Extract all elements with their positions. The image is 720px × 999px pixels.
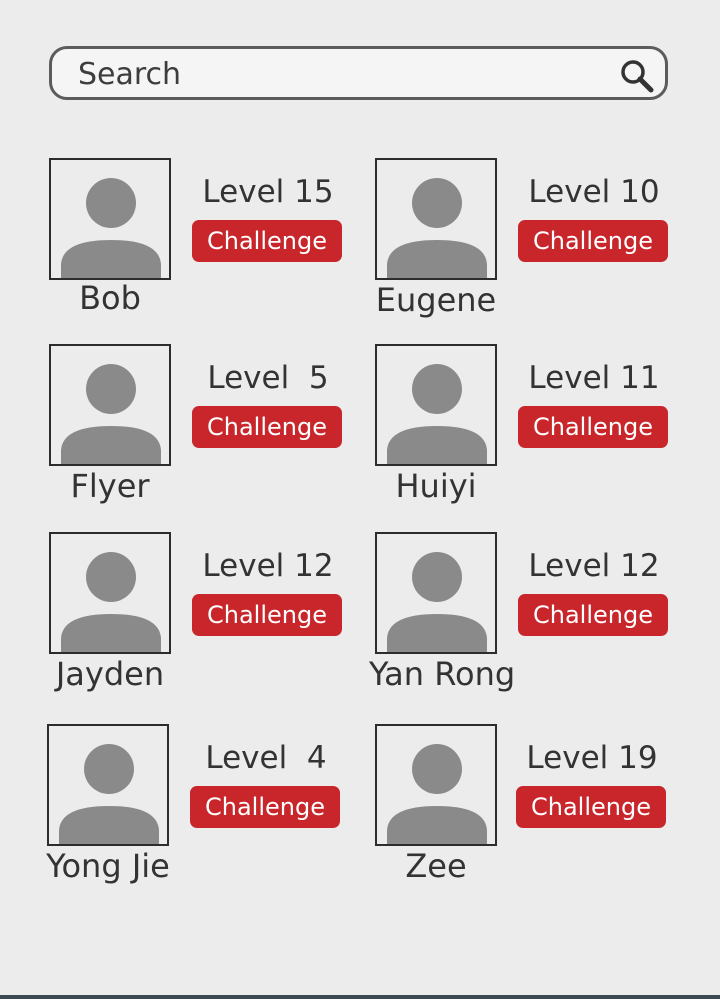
player-name: Huiyi xyxy=(395,467,477,505)
player-name: Yong Jie xyxy=(46,847,170,885)
avatar-placeholder-icon xyxy=(375,344,497,466)
player-card-bob: Bob Level 15 Challenge xyxy=(49,158,349,318)
bottom-divider xyxy=(0,995,720,999)
player-card-huiyi: Huiyi Level 11 Challenge xyxy=(375,344,675,504)
player-level: Level 11 xyxy=(528,360,660,396)
player-level: Level 4 xyxy=(205,740,327,776)
challenge-button[interactable]: Challenge xyxy=(518,220,668,262)
player-level: Level 12 xyxy=(528,548,660,584)
avatar-placeholder-icon xyxy=(49,158,171,280)
player-card-flyer: Flyer Level 5 Challenge xyxy=(49,344,349,504)
search-icon[interactable] xyxy=(618,57,658,97)
player-name: Zee xyxy=(405,847,467,885)
player-level: Level 15 xyxy=(202,174,334,210)
player-name: Flyer xyxy=(70,467,150,505)
challenge-button[interactable]: Challenge xyxy=(192,220,342,262)
avatar-placeholder-icon xyxy=(49,532,171,654)
avatar-placeholder-icon xyxy=(47,724,169,846)
player-name: Yan Rong xyxy=(369,655,516,693)
challenge-button[interactable]: Challenge xyxy=(518,594,668,636)
player-card-jayden: Jayden Level 12 Challenge xyxy=(49,532,349,692)
player-card-yong-jie: Yong Jie Level 4 Challenge xyxy=(46,724,347,884)
challenge-button[interactable]: Challenge xyxy=(190,786,340,828)
challenge-button[interactable]: Challenge xyxy=(516,786,666,828)
challenge-button[interactable]: Challenge xyxy=(518,406,668,448)
challenge-button[interactable]: Challenge xyxy=(192,406,342,448)
challenge-button[interactable]: Challenge xyxy=(192,594,342,636)
player-name: Eugene xyxy=(375,281,497,319)
avatar-placeholder-icon xyxy=(375,158,497,280)
search-input[interactable] xyxy=(78,55,598,93)
avatar-placeholder-icon xyxy=(375,532,497,654)
player-name: Jayden xyxy=(55,655,165,693)
player-level: Level 10 xyxy=(528,174,660,210)
player-level: Level 12 xyxy=(202,548,334,584)
avatar-placeholder-icon xyxy=(375,724,497,846)
player-card-eugene: Eugene Level 10 Challenge xyxy=(375,158,675,318)
player-level: Level 19 xyxy=(526,740,658,776)
avatar-placeholder-icon xyxy=(49,344,171,466)
search-bar[interactable] xyxy=(49,46,668,100)
player-name: Bob xyxy=(79,279,141,317)
player-level: Level 5 xyxy=(207,360,329,396)
player-card-yan-rong: Yan Rong Level 12 Challenge xyxy=(369,532,675,692)
player-card-zee: Zee Level 19 Challenge xyxy=(375,724,675,884)
